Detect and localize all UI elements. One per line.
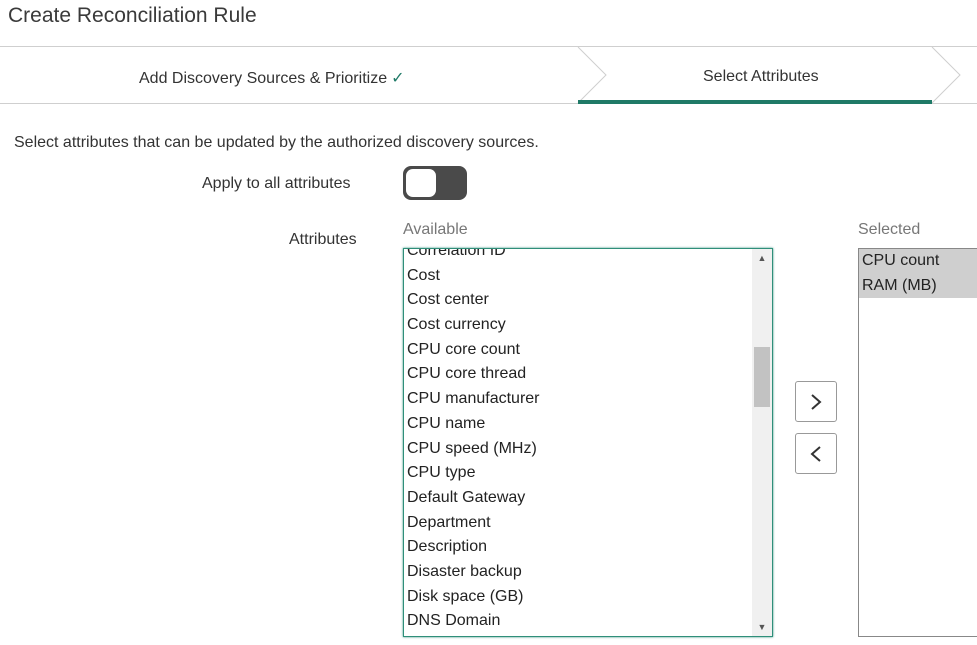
selected-attributes-list[interactable]: CPU count RAM (MB) (858, 248, 977, 637)
available-list-item[interactable]: Cost (404, 264, 752, 289)
attributes-label: Attributes (289, 231, 357, 248)
available-attributes-list[interactable]: Correlation ID Cost Cost center Cost curren… (403, 248, 773, 637)
available-list-item[interactable]: DNS Domain (404, 609, 752, 634)
available-list-item[interactable]: Default Gateway (404, 486, 752, 511)
wizard-step-label: Select Attributes (703, 68, 819, 85)
available-list-item[interactable]: Disaster backup (404, 560, 752, 585)
instructions-text: Select attributes that can be updated by… (14, 134, 539, 151)
selected-list-item[interactable]: CPU count (859, 249, 977, 274)
wizard-step-select-attributes[interactable]: Select Attributes (703, 68, 819, 86)
chevron-left-icon (810, 446, 821, 462)
apply-all-label: Apply to all attributes (202, 175, 351, 192)
list-scrollbar[interactable]: ▲ ▼ (752, 249, 772, 636)
add-attribute-button[interactable] (795, 381, 837, 422)
selected-list-item[interactable]: RAM (MB) (859, 273, 977, 299)
scroll-up-arrow-icon[interactable]: ▲ (752, 249, 772, 267)
available-list-item[interactable]: Correlation ID (404, 249, 752, 264)
scroll-thumb[interactable] (754, 347, 770, 407)
page-title: Create Reconciliation Rule (8, 4, 257, 27)
wizard-step-label: Add Discovery Sources & Prioritize (139, 70, 388, 87)
toggle-knob (406, 169, 436, 197)
wizard-step-add-sources[interactable]: Add Discovery Sources & Prioritize ✓ (139, 68, 405, 88)
checkmark-icon: ✓ (391, 70, 405, 87)
available-list-item[interactable]: CPU manufacturer (404, 387, 752, 412)
selected-label: Selected (858, 221, 921, 238)
available-list-item[interactable]: Department (404, 511, 752, 536)
available-list-item[interactable]: CPU name (404, 412, 752, 437)
available-list-item[interactable]: CPU type (404, 461, 752, 486)
available-list-item[interactable]: Cost currency (404, 313, 752, 338)
available-list-item[interactable]: CPU core thread (404, 362, 752, 387)
selected-items: CPU count RAM (MB) (859, 249, 977, 299)
remove-attribute-button[interactable] (795, 433, 837, 474)
scroll-down-arrow-icon[interactable]: ▼ (752, 618, 772, 636)
available-list-item[interactable]: Cost center (404, 288, 752, 313)
apply-all-toggle[interactable] (403, 166, 467, 200)
available-list-item[interactable]: CPU speed (MHz) (404, 437, 752, 462)
available-items: Correlation ID Cost Cost center Cost curren… (404, 249, 752, 634)
available-list-item[interactable]: Disk space (GB) (404, 585, 752, 610)
available-label: Available (403, 221, 468, 238)
active-step-indicator (578, 100, 932, 104)
available-list-item[interactable]: Description (404, 535, 752, 560)
wizard-steps: Add Discovery Sources & Prioritize ✓ Sele… (0, 46, 977, 104)
available-list-item[interactable]: CPU core count (404, 338, 752, 363)
chevron-right-icon (811, 394, 822, 410)
